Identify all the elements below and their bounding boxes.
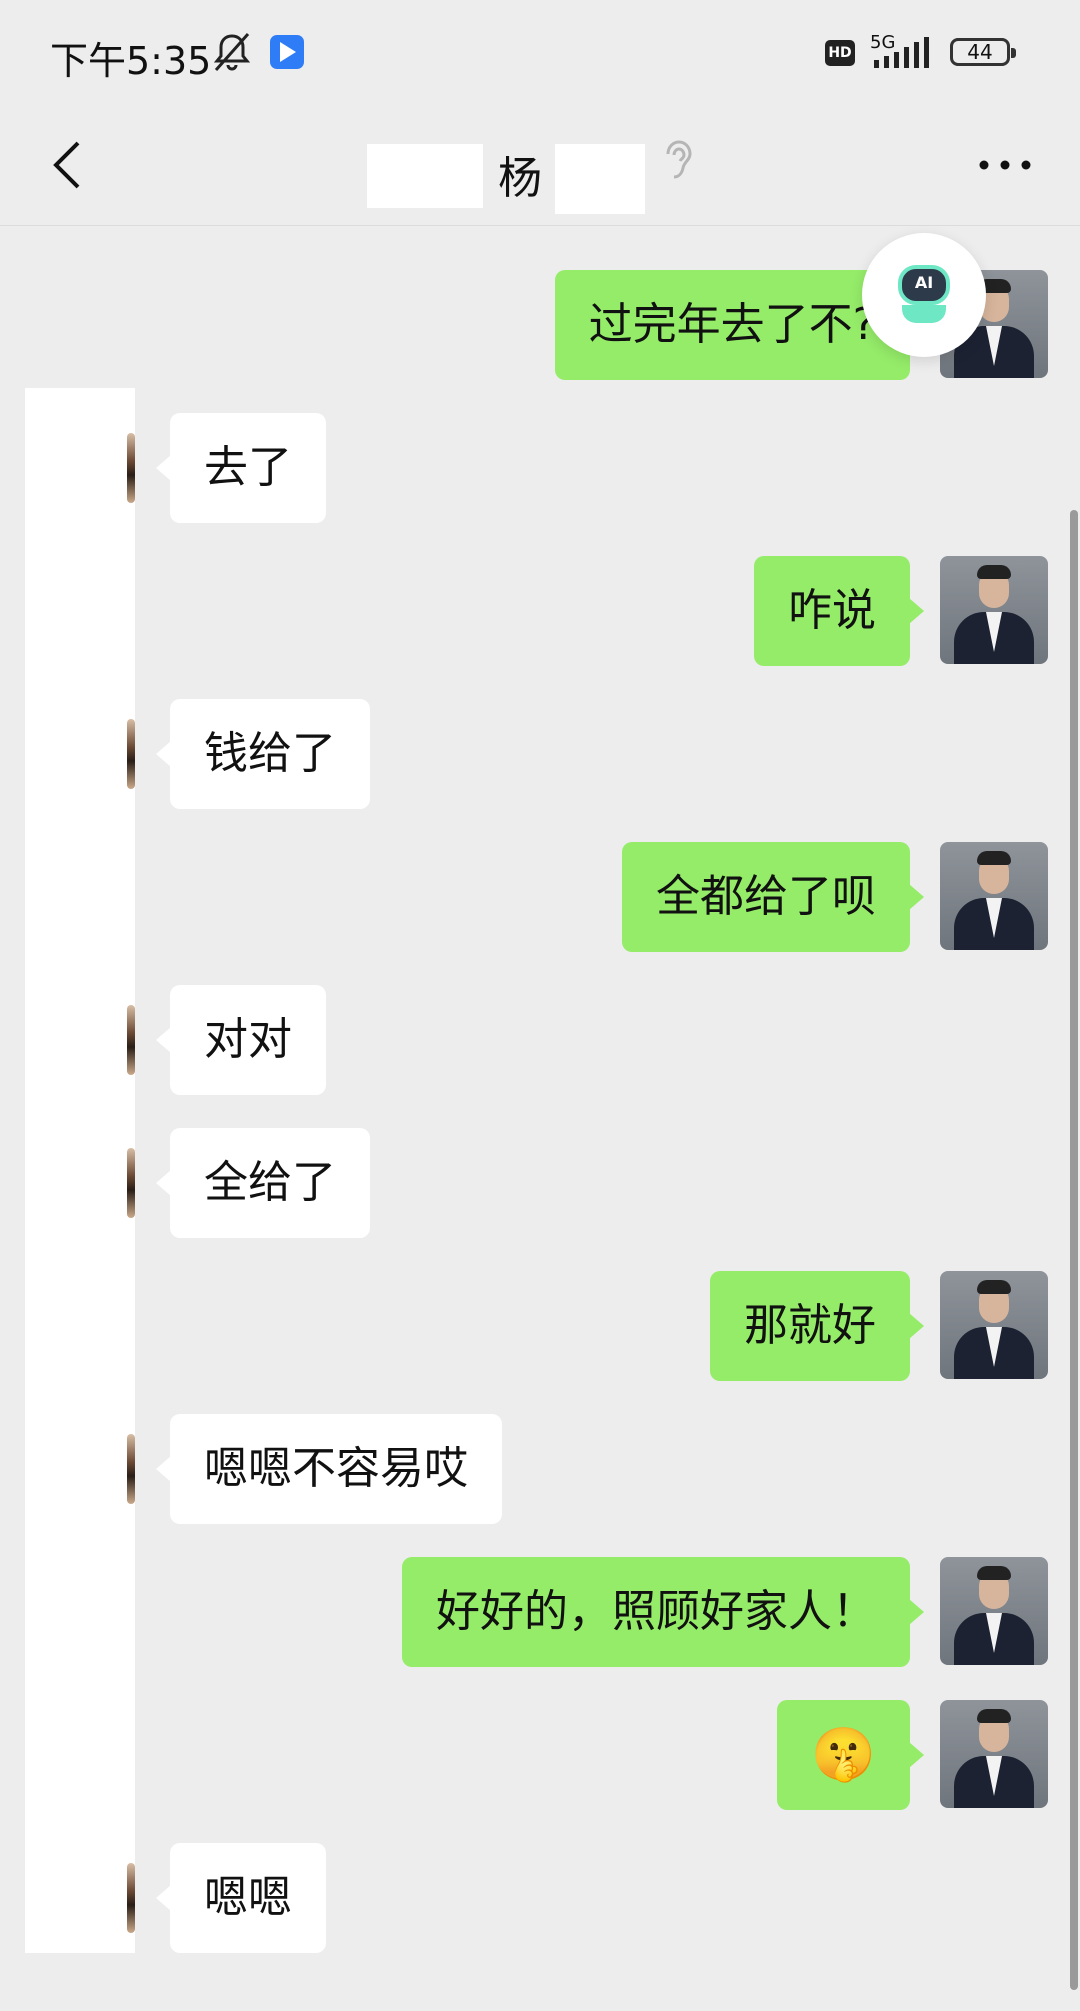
message-row-incoming: 嗯嗯不容易哎 bbox=[0, 1414, 1080, 1526]
message-bubble[interactable]: 全都给了呗 bbox=[622, 842, 924, 952]
signal-icon bbox=[874, 37, 929, 68]
avatar[interactable] bbox=[127, 1843, 139, 1951]
message-row-incoming: 对对 bbox=[0, 985, 1080, 1097]
message-row-outgoing: 咋说 bbox=[0, 556, 1080, 668]
message-list[interactable]: 过完年去了不? 去了 咋说 钱给了 全都给了呗 对对 全给了 那就好 嗯嗯不容易… bbox=[0, 226, 1080, 2011]
avatar[interactable] bbox=[127, 413, 139, 521]
avatar[interactable] bbox=[127, 1128, 139, 1236]
message-bubble[interactable]: 全给了 bbox=[156, 1128, 370, 1238]
redaction-block bbox=[555, 144, 645, 214]
redaction-block bbox=[367, 144, 483, 208]
ai-assistant-icon bbox=[902, 305, 946, 323]
message-bubble[interactable]: 咋说 bbox=[754, 556, 924, 666]
avatar[interactable] bbox=[940, 1700, 1048, 1808]
hd-icon: HD bbox=[825, 40, 855, 66]
message-row-outgoing: 好好的，照顾好家人！ bbox=[0, 1557, 1080, 1669]
message-row-incoming: 去了 bbox=[0, 413, 1080, 525]
ai-button-label: AI bbox=[914, 273, 934, 292]
ai-assistant-button[interactable]: AI bbox=[862, 233, 986, 357]
message-row-outgoing: 🤫 bbox=[0, 1700, 1080, 1812]
chat-title-bar: 杨 bbox=[0, 110, 1080, 226]
message-bubble[interactable]: 钱给了 bbox=[156, 699, 370, 809]
message-bubble[interactable]: 嗯嗯 bbox=[156, 1843, 326, 1953]
mute-icon bbox=[213, 33, 251, 71]
avatar[interactable] bbox=[940, 1271, 1048, 1379]
status-time: 下午5:35 bbox=[50, 39, 212, 83]
message-bubble[interactable]: 嗯嗯不容易哎 bbox=[156, 1414, 502, 1524]
avatar[interactable] bbox=[127, 985, 139, 1093]
message-bubble[interactable]: 去了 bbox=[156, 413, 326, 523]
chevron-left-icon[interactable] bbox=[40, 135, 100, 195]
avatar[interactable] bbox=[940, 842, 1048, 950]
app-notification-icon bbox=[270, 35, 304, 69]
status-bar: 下午5:35 HD 5G 44 bbox=[0, 0, 1080, 110]
avatar[interactable] bbox=[127, 1414, 139, 1522]
emoji-message-bubble[interactable]: 🤫 bbox=[777, 1700, 924, 1810]
avatar[interactable] bbox=[940, 1557, 1048, 1665]
avatar[interactable] bbox=[940, 556, 1048, 664]
message-bubble[interactable]: 好好的，照顾好家人！ bbox=[402, 1557, 924, 1667]
chat-title-text: 杨 bbox=[498, 153, 542, 204]
message-row-outgoing: 全都给了呗 bbox=[0, 842, 1080, 954]
message-bubble[interactable]: 那就好 bbox=[710, 1271, 924, 1381]
message-row-incoming: 嗯嗯 bbox=[0, 1843, 1080, 1955]
message-row-outgoing: 那就好 bbox=[0, 1271, 1080, 1383]
ear-icon bbox=[666, 140, 692, 179]
chat-screen: 下午5:35 HD 5G 44 杨 过完年去了不? 去了 咋说 钱给了 全都给了… bbox=[0, 0, 1080, 2011]
scrollbar[interactable] bbox=[1070, 510, 1078, 1990]
avatar[interactable] bbox=[127, 699, 139, 807]
message-row-incoming: 全给了 bbox=[0, 1128, 1080, 1240]
message-bubble[interactable]: 对对 bbox=[156, 985, 326, 1095]
message-row-incoming: 钱给了 bbox=[0, 699, 1080, 811]
more-dots-icon[interactable] bbox=[975, 145, 1035, 185]
message-bubble[interactable]: 过完年去了不? bbox=[554, 270, 925, 380]
battery-icon: 44 bbox=[950, 38, 1016, 66]
